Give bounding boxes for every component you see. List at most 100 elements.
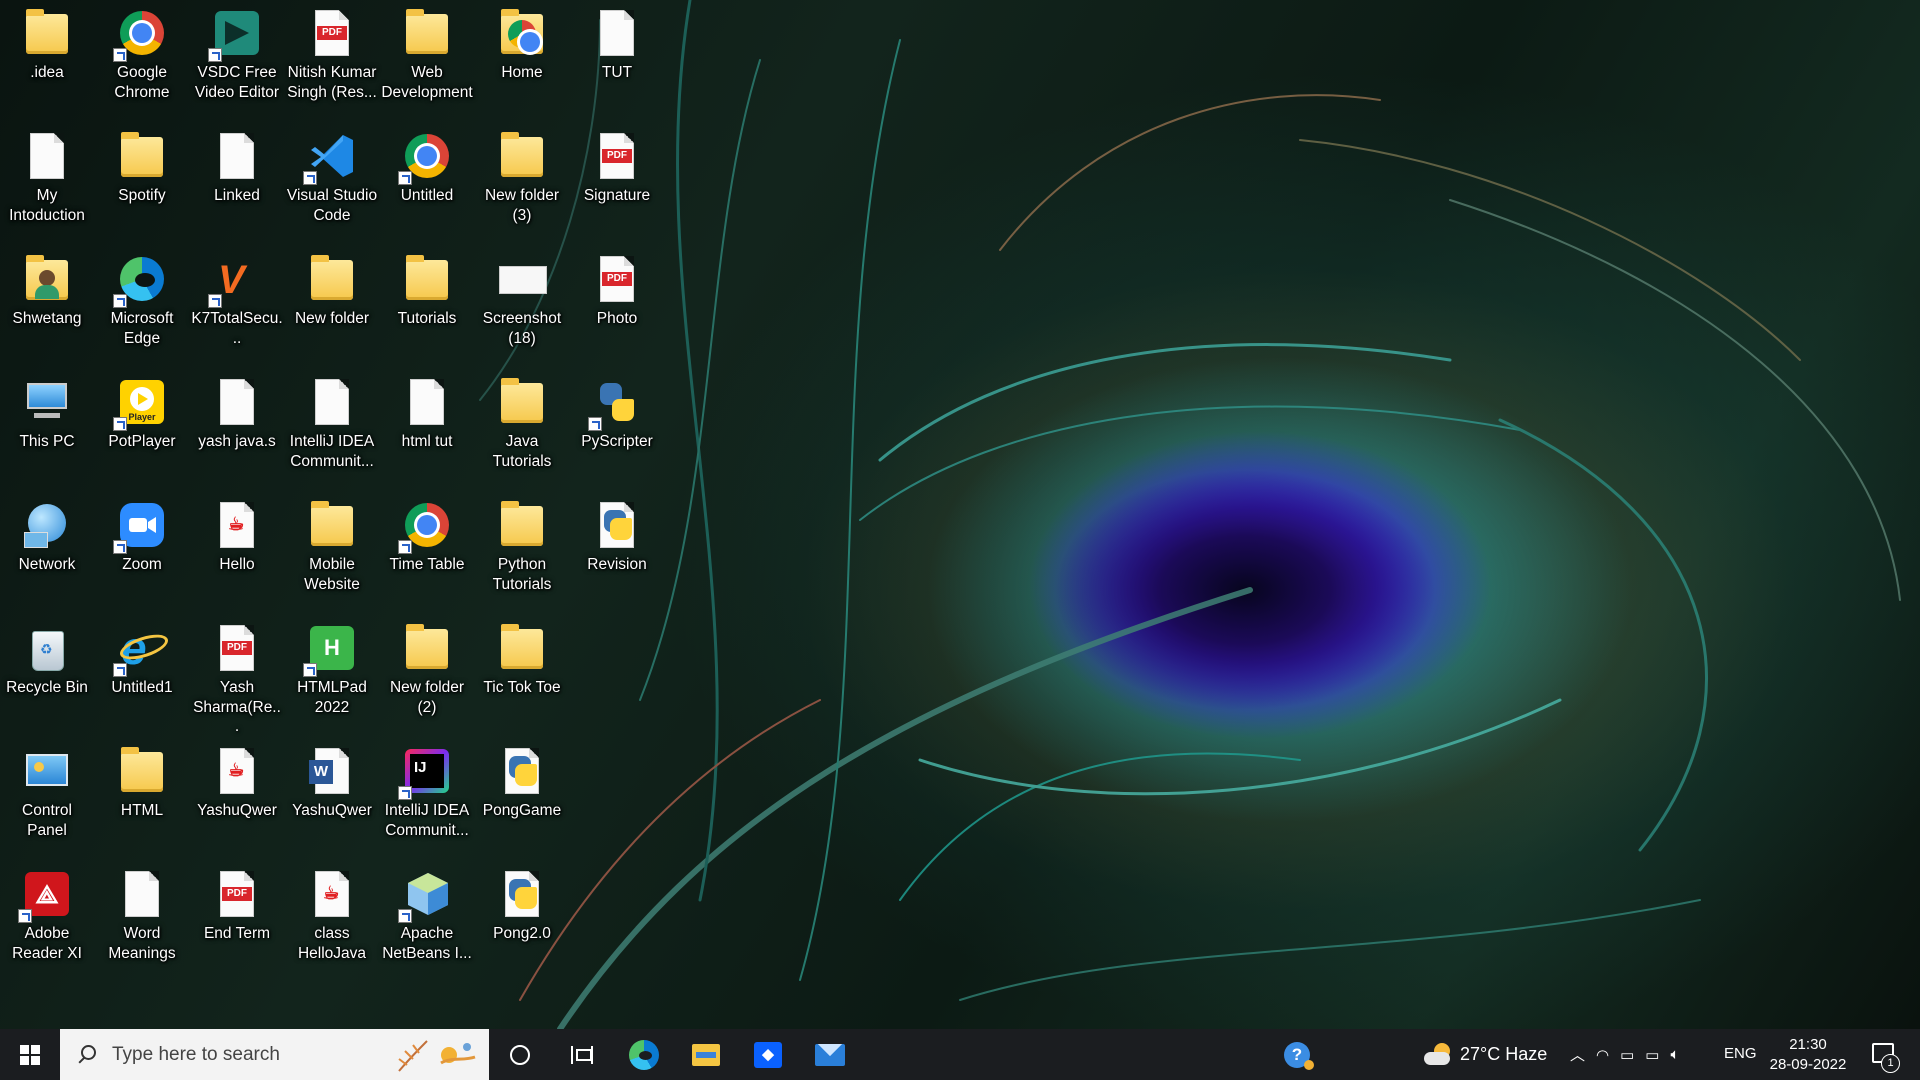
desktop-icon[interactable]: PDF Yash Sharma(Re... [191, 621, 283, 737]
desktop-icon-label: IntelliJ IDEA Communit... [289, 433, 375, 470]
desktop-icon[interactable]: Zoom [96, 498, 188, 575]
input-language[interactable]: ENG [1724, 1045, 1757, 1062]
desktop-icon[interactable]: Player PotPlayer [96, 375, 188, 452]
desktop-icon[interactable]: Untitled [381, 129, 473, 206]
meet-now-icon[interactable]: ▭ [1620, 1046, 1634, 1064]
desktop-icon[interactable]: yash java.s [191, 375, 283, 452]
desktop-icon[interactable]: New folder [286, 252, 378, 329]
desktop-icon[interactable]: New folder (2) [381, 621, 473, 717]
python-file-icon [495, 867, 549, 921]
pdf-icon: PDF [210, 621, 264, 675]
desktop-icon[interactable]: Tic Tok Toe [476, 621, 568, 698]
desktop-icon[interactable]: ♻︎ Recycle Bin [1, 621, 93, 698]
desktop-icon[interactable]: e Untitled1 [96, 621, 188, 698]
desktop-icon[interactable]: Word Meanings [96, 867, 188, 963]
search-highlight-illustration-icon [398, 1040, 476, 1072]
desktop-icon[interactable]: Control Panel [1, 744, 93, 840]
desktop-icon[interactable]: PDF Nitish Kumar Singh (Res... [286, 6, 378, 102]
desktop-icon-label: YashuQwer [292, 802, 372, 819]
desktop-icon[interactable]: Apache NetBeans I... [381, 867, 473, 963]
desktop-icon[interactable]: This PC [1, 375, 93, 452]
volume-icon[interactable]: 🔈︎ [1670, 1046, 1679, 1063]
desktop-icon[interactable]: My Intoduction [1, 129, 93, 225]
desktop-icon[interactable]: Screenshot (18) [476, 252, 568, 348]
desktop-icon[interactable]: Time Table [381, 498, 473, 575]
document-icon [400, 375, 454, 429]
chrome-icon [398, 498, 454, 554]
desktop-icon[interactable]: Google Chrome [96, 6, 188, 102]
desktop-icon[interactable]: .idea [1, 6, 93, 83]
desktop-icon[interactable]: Linked [191, 129, 283, 206]
desktop-icon[interactable]: Network [1, 498, 93, 575]
taskbar-dropbox[interactable]: ◆ [737, 1029, 799, 1080]
control-panel-icon [20, 744, 74, 798]
desktop-icon[interactable]: ☕︎ class HelloJava [286, 867, 378, 963]
show-hidden-icons-chevron-icon[interactable]: ︿ [1570, 1044, 1585, 1065]
desktop-icon[interactable]: html tut [381, 375, 473, 452]
shortcut-arrow-icon [113, 663, 127, 677]
desktop-icon[interactable]: Home [476, 6, 568, 83]
desktop-icon[interactable]: ☕︎ Hello [191, 498, 283, 575]
wifi-icon[interactable]: ◠ [1596, 1046, 1609, 1064]
folder-icon [495, 375, 549, 429]
desktop-icon[interactable]: Tutorials [381, 252, 473, 329]
word-icon: W [305, 744, 359, 798]
desktop-icon[interactable]: Spotify [96, 129, 188, 206]
desktop-icon-label: Pong2.0 [493, 925, 551, 942]
desktop-icon-label: Tic Tok Toe [483, 679, 561, 696]
desktop-icon-label: Mobile Website [304, 556, 360, 593]
desktop-icon[interactable]: PDF Signature [571, 129, 663, 206]
desktop-icon[interactable]: V K7TotalSecu... [191, 252, 283, 348]
desktop-icon[interactable]: Visual Studio Code [286, 129, 378, 225]
desktop-icon[interactable]: Microsoft Edge [96, 252, 188, 348]
action-center-button[interactable]: 1 [1866, 1039, 1900, 1073]
desktop-icon-label: Tutorials [397, 310, 457, 327]
desktop-icon[interactable]: IJ IntelliJ IDEA Communit... [381, 744, 473, 840]
desktop-icon[interactable]: PDF Photo [571, 252, 663, 329]
folder-icon [495, 129, 549, 183]
desktop-icon[interactable]: Web Development [381, 6, 473, 102]
folder-icon [305, 498, 359, 552]
task-view-button[interactable] [551, 1029, 613, 1080]
taskbar-mail[interactable] [799, 1029, 861, 1080]
user-folder-icon [20, 252, 74, 306]
zoom-icon [113, 498, 169, 554]
desktop-icon[interactable]: VSDC Free Video Editor [191, 6, 283, 102]
desktop-icon[interactable]: TUT [571, 6, 663, 83]
desktop-icon[interactable]: Revision [571, 498, 663, 575]
edge-icon [113, 252, 169, 308]
desktop-icon[interactable]: PongGame [476, 744, 568, 821]
taskbar-search-box[interactable]: Type here to search [60, 1029, 489, 1080]
desktop-icon[interactable]: Java Tutorials [476, 375, 568, 471]
desktop-icon[interactable]: W YashuQwer [286, 744, 378, 821]
folder-icon [305, 252, 359, 306]
ie-icon: e [113, 621, 171, 677]
shortcut-arrow-icon [113, 48, 127, 62]
desktop-icon[interactable]: ☕︎ YashuQwer [191, 744, 283, 821]
desktop-icon[interactable]: IntelliJ IDEA Communit... [286, 375, 378, 471]
vscode-icon [303, 129, 359, 185]
desktop-icon[interactable]: H HTMLPad 2022 [286, 621, 378, 717]
clock[interactable]: 21:30 28-09-2022 [1766, 1035, 1850, 1075]
desktop-icon[interactable]: New folder (3) [476, 129, 568, 225]
vsdc-icon [208, 6, 264, 62]
desktop-icon[interactable]: Mobile Website [286, 498, 378, 594]
start-button[interactable] [0, 1029, 60, 1080]
shortcut-arrow-icon [398, 171, 412, 185]
notification-count: 1 [1881, 1054, 1900, 1073]
desktop-icon[interactable]: PyScripter [571, 375, 663, 452]
desktop-icon[interactable]: Python Tutorials [476, 498, 568, 594]
taskbar-file-explorer[interactable] [675, 1029, 737, 1080]
recycle-bin-icon: ♻︎ [20, 621, 74, 675]
battery-icon[interactable]: ▭ [1645, 1046, 1659, 1064]
desktop-icon[interactable]: ⟁ Adobe Reader XI [1, 867, 93, 963]
cortana-button[interactable] [489, 1029, 551, 1080]
get-help-icon[interactable]: ? [1284, 1042, 1314, 1070]
weather-widget[interactable]: 27°C Haze [1424, 1029, 1547, 1080]
desktop-icon[interactable]: Shwetang [1, 252, 93, 329]
taskbar-edge[interactable] [613, 1029, 675, 1080]
desktop-icon[interactable]: PDF End Term [191, 867, 283, 944]
desktop-icon[interactable]: Pong2.0 [476, 867, 568, 944]
document-icon [210, 129, 264, 183]
desktop-icon[interactable]: HTML [96, 744, 188, 821]
